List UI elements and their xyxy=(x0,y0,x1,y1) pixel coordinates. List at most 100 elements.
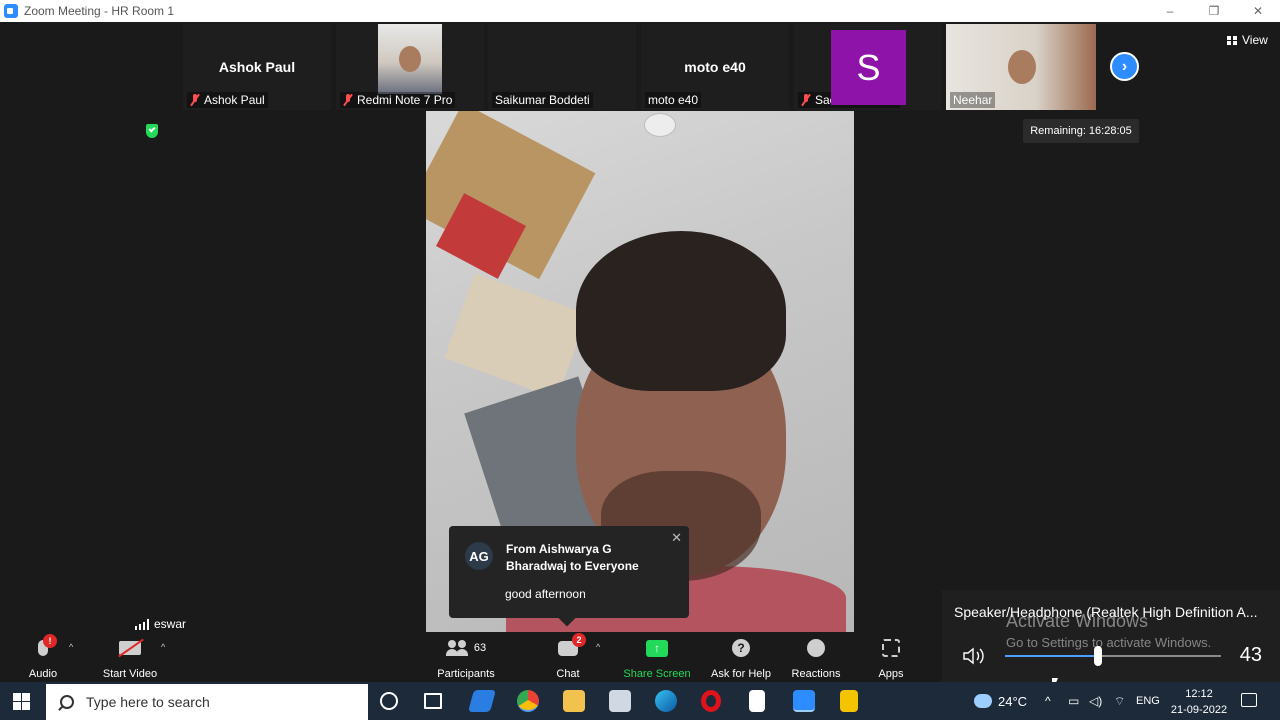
edge-icon[interactable] xyxy=(655,690,677,712)
notepad-icon[interactable] xyxy=(749,690,765,712)
ask-for-help-button[interactable]: ? Ask for Help xyxy=(708,636,774,680)
zoom-app-icon xyxy=(4,4,18,18)
participant-video-thumbnail xyxy=(378,24,442,94)
participant-tile-moto-e40[interactable]: moto e40 moto e40 xyxy=(641,24,789,110)
volume-level: 43 xyxy=(1239,644,1262,666)
action-center-icon[interactable] xyxy=(1241,693,1257,707)
participant-tile-neehar[interactable]: Neehar xyxy=(946,24,1096,110)
input-language[interactable]: ENG xyxy=(1136,682,1160,720)
participant-name: Redmi Note 7 Pro xyxy=(357,93,453,107)
volume-slider-thumb[interactable] xyxy=(1093,646,1102,666)
close-button[interactable]: ✕ xyxy=(1236,0,1280,22)
grid-icon xyxy=(1227,35,1237,45)
tray-overflow-chevron-icon[interactable]: ^ xyxy=(1045,682,1051,720)
close-icon[interactable]: ✕ xyxy=(671,530,682,546)
audio-options-caret-icon[interactable]: ^ xyxy=(69,642,73,652)
window-title: Zoom Meeting - HR Room 1 xyxy=(24,4,175,18)
sender-avatar: AG xyxy=(465,542,493,570)
speaker-volume-icon[interactable] xyxy=(962,646,986,666)
meet-now-icon[interactable]: ▭ xyxy=(1068,682,1079,720)
video-options-caret-icon[interactable]: ^ xyxy=(161,642,165,652)
participant-label: Saikumar Boddeti xyxy=(492,92,593,108)
participant-display-name: Ashok Paul xyxy=(218,59,296,75)
weather-widget[interactable]: 24°C xyxy=(974,682,1027,720)
sticky-app-icon[interactable] xyxy=(840,690,858,712)
windows-taskbar: 24°C ^ ▭ ◁) ⌔ ENG 12:12 21-09-2022 xyxy=(0,682,1280,720)
audio-warning-badge: ! xyxy=(43,634,57,648)
reactions-button[interactable]: Reactions xyxy=(788,636,844,680)
clock-date: 21-09-2022 xyxy=(1170,704,1228,716)
next-page-button[interactable]: › xyxy=(1110,52,1139,81)
reactions-label: Reactions xyxy=(791,668,841,680)
taskbar-search[interactable] xyxy=(46,684,368,720)
smiley-icon xyxy=(807,639,825,657)
mic-muted-icon xyxy=(343,94,353,106)
zoom-taskbar-icon[interactable] xyxy=(793,690,815,712)
participants-button[interactable]: 63 Participants xyxy=(434,636,498,680)
participants-count: 63 xyxy=(473,642,487,654)
share-screen-button[interactable]: ↑ Share Screen xyxy=(622,636,692,680)
restore-button[interactable]: ❐ xyxy=(1192,0,1236,22)
chat-button[interactable]: 2 Chat xyxy=(548,633,588,680)
search-input[interactable] xyxy=(86,694,346,710)
taskbar-clock[interactable]: 12:12 21-09-2022 xyxy=(1162,686,1236,718)
security-shield-icon[interactable] xyxy=(146,124,158,138)
window-titlebar: Zoom Meeting - HR Room 1 – ❐ ✕ xyxy=(0,0,1280,22)
audio-label: Audio xyxy=(28,668,58,680)
person-head xyxy=(399,46,421,72)
participant-tile-saikumar-boddeti[interactable]: Saikumar Boddeti xyxy=(488,24,636,110)
pen-app-icon[interactable] xyxy=(468,690,496,712)
apps-button[interactable]: Apps xyxy=(872,636,910,680)
window-controls: – ❐ ✕ xyxy=(1148,0,1280,22)
view-button[interactable]: View xyxy=(1227,33,1268,47)
chat-sender: From Aishwarya G Bharadwaj to Everyone xyxy=(506,542,639,573)
participants-icon xyxy=(445,640,468,656)
minimize-button[interactable]: – xyxy=(1148,0,1192,22)
video-off-icon xyxy=(119,641,141,655)
task-view-icon[interactable] xyxy=(424,693,442,709)
chrome-icon[interactable] xyxy=(517,690,539,712)
weather-temperature: 24°C xyxy=(998,693,1028,709)
audio-button[interactable]: ! Audio xyxy=(23,634,63,680)
chat-notification[interactable]: AG From Aishwarya G Bharadwaj to Everyon… xyxy=(449,526,689,627)
weather-cloud-icon xyxy=(974,694,992,708)
cortana-icon[interactable] xyxy=(380,692,398,710)
participant-name: Saikumar Boddeti xyxy=(495,93,590,107)
ceiling-light xyxy=(644,113,676,137)
chat-unread-badge: 2 xyxy=(572,633,586,647)
opera-icon[interactable] xyxy=(701,690,721,712)
meeting-window: Ashok Paul Ashok Paul Redmi Note 7 Pro S… xyxy=(0,22,1280,682)
chat-options-caret-icon[interactable]: ^ xyxy=(596,642,600,652)
apps-icon xyxy=(882,639,900,657)
participant-tile-ashok-paul[interactable]: Ashok Paul Ashok Paul xyxy=(183,24,331,110)
participant-tile-redmi-note-7-pro[interactable]: Redmi Note 7 Pro xyxy=(336,24,484,110)
speaker-name: eswar xyxy=(154,617,187,631)
view-label: View xyxy=(1242,33,1268,47)
question-icon: ? xyxy=(732,639,750,657)
active-speaker-label: eswar xyxy=(135,617,186,631)
volume-flyout: Speaker/Headphone (Realtek High Definiti… xyxy=(942,590,1280,682)
chat-message: good afternoon xyxy=(505,587,586,601)
volume-slider-fill xyxy=(1005,655,1098,657)
activation-watermark-title: Activate Windows xyxy=(1006,611,1149,631)
app-window-icon[interactable] xyxy=(609,690,631,712)
avatar: S xyxy=(831,30,906,105)
chevron-right-icon: › xyxy=(1121,57,1128,75)
speaker-tray-icon[interactable]: ◁) xyxy=(1089,682,1102,720)
participant-display-name: moto e40 xyxy=(684,59,746,75)
search-icon xyxy=(60,695,74,709)
file-explorer-icon[interactable] xyxy=(563,690,585,712)
wifi-icon[interactable]: ⌔ xyxy=(1114,682,1125,720)
windows-start-icon[interactable] xyxy=(13,693,30,710)
participant-name: Neehar xyxy=(953,93,993,107)
meeting-remaining-time: Remaining: 16:28:05 xyxy=(1023,119,1139,143)
mic-muted-icon xyxy=(801,94,811,106)
participant-label: Neehar xyxy=(950,92,996,108)
participant-label: Redmi Note 7 Pro xyxy=(340,92,456,108)
person-head xyxy=(1008,50,1036,84)
start-video-button[interactable]: Start Video xyxy=(98,636,162,680)
person-hair xyxy=(576,231,786,391)
share-screen-label: Share Screen xyxy=(623,668,691,680)
participant-strip: Ashok Paul Ashok Paul Redmi Note 7 Pro S… xyxy=(0,22,1280,110)
start-video-label: Start Video xyxy=(102,668,158,680)
